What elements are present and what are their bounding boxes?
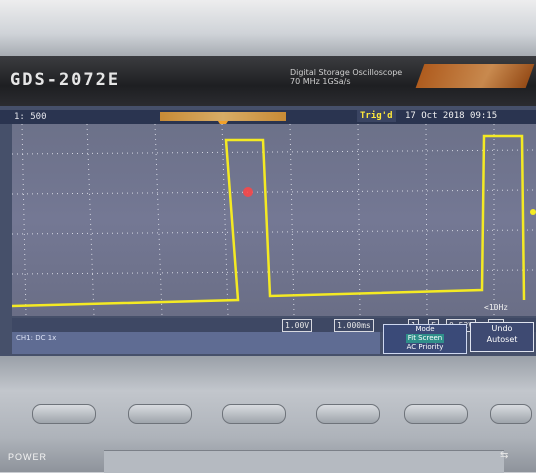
- mode-title: Mode: [415, 325, 435, 333]
- softkey-1[interactable]: [32, 404, 96, 424]
- model-description-line1: Digital Storage Oscilloscope: [290, 68, 403, 77]
- brand-logo: [415, 64, 535, 88]
- time-scale: 1.000ms: [334, 319, 374, 332]
- softkey-3[interactable]: [222, 404, 286, 424]
- softkey-6[interactable]: [490, 404, 532, 424]
- softkey-5[interactable]: [404, 404, 468, 424]
- model-description: Digital Storage Oscilloscope 70 MHz 1GSa…: [290, 68, 402, 86]
- trigger-status: Trig'd: [357, 110, 396, 122]
- mode-softkey[interactable]: Mode Fit Screen AC Priority: [383, 324, 467, 354]
- power-panel: [104, 450, 504, 473]
- mode-option-fit-screen: Fit Screen: [405, 334, 445, 343]
- mode-option-ac-priority: AC Priority: [406, 343, 444, 351]
- softkey-2[interactable]: [128, 404, 192, 424]
- channel-info-text: CH1: DC 1x: [16, 334, 57, 342]
- grid-horizontal-lines: [12, 149, 536, 275]
- waveform-grid: [12, 124, 536, 316]
- cursor-icon: [243, 187, 253, 197]
- model-name: GDS-2072E: [10, 70, 121, 90]
- model-description-line2: 70 MHz 1GSa/s: [290, 77, 351, 86]
- ch1-level-marker: [530, 209, 536, 215]
- date-time: 17 Oct 2018 09:15: [405, 111, 498, 121]
- softkey-4[interactable]: [316, 404, 380, 424]
- status-left-label: 1: 500: [14, 112, 47, 122]
- waveform-display: [12, 124, 536, 316]
- background-top: [0, 0, 536, 56]
- undo-label: Undo: [491, 324, 513, 333]
- trigger-position-bar: [160, 112, 286, 121]
- autoset-label: Autoset: [486, 335, 518, 344]
- brand-bar: GDS-2072E Digital Storage Oscilloscope 7…: [0, 56, 536, 106]
- ch1-trace: [12, 134, 526, 308]
- ch1-scale: 1.00V: [282, 319, 313, 332]
- grid-vertical-lines: [21, 124, 495, 316]
- frequency: <10Hz: [484, 303, 509, 312]
- channel-info-bar: CH1: DC 1x: [12, 332, 380, 354]
- usb-icon: ⇆: [500, 450, 509, 461]
- undo-autoset-button[interactable]: Undo Autoset: [470, 322, 534, 352]
- power-label: POWER: [8, 452, 48, 462]
